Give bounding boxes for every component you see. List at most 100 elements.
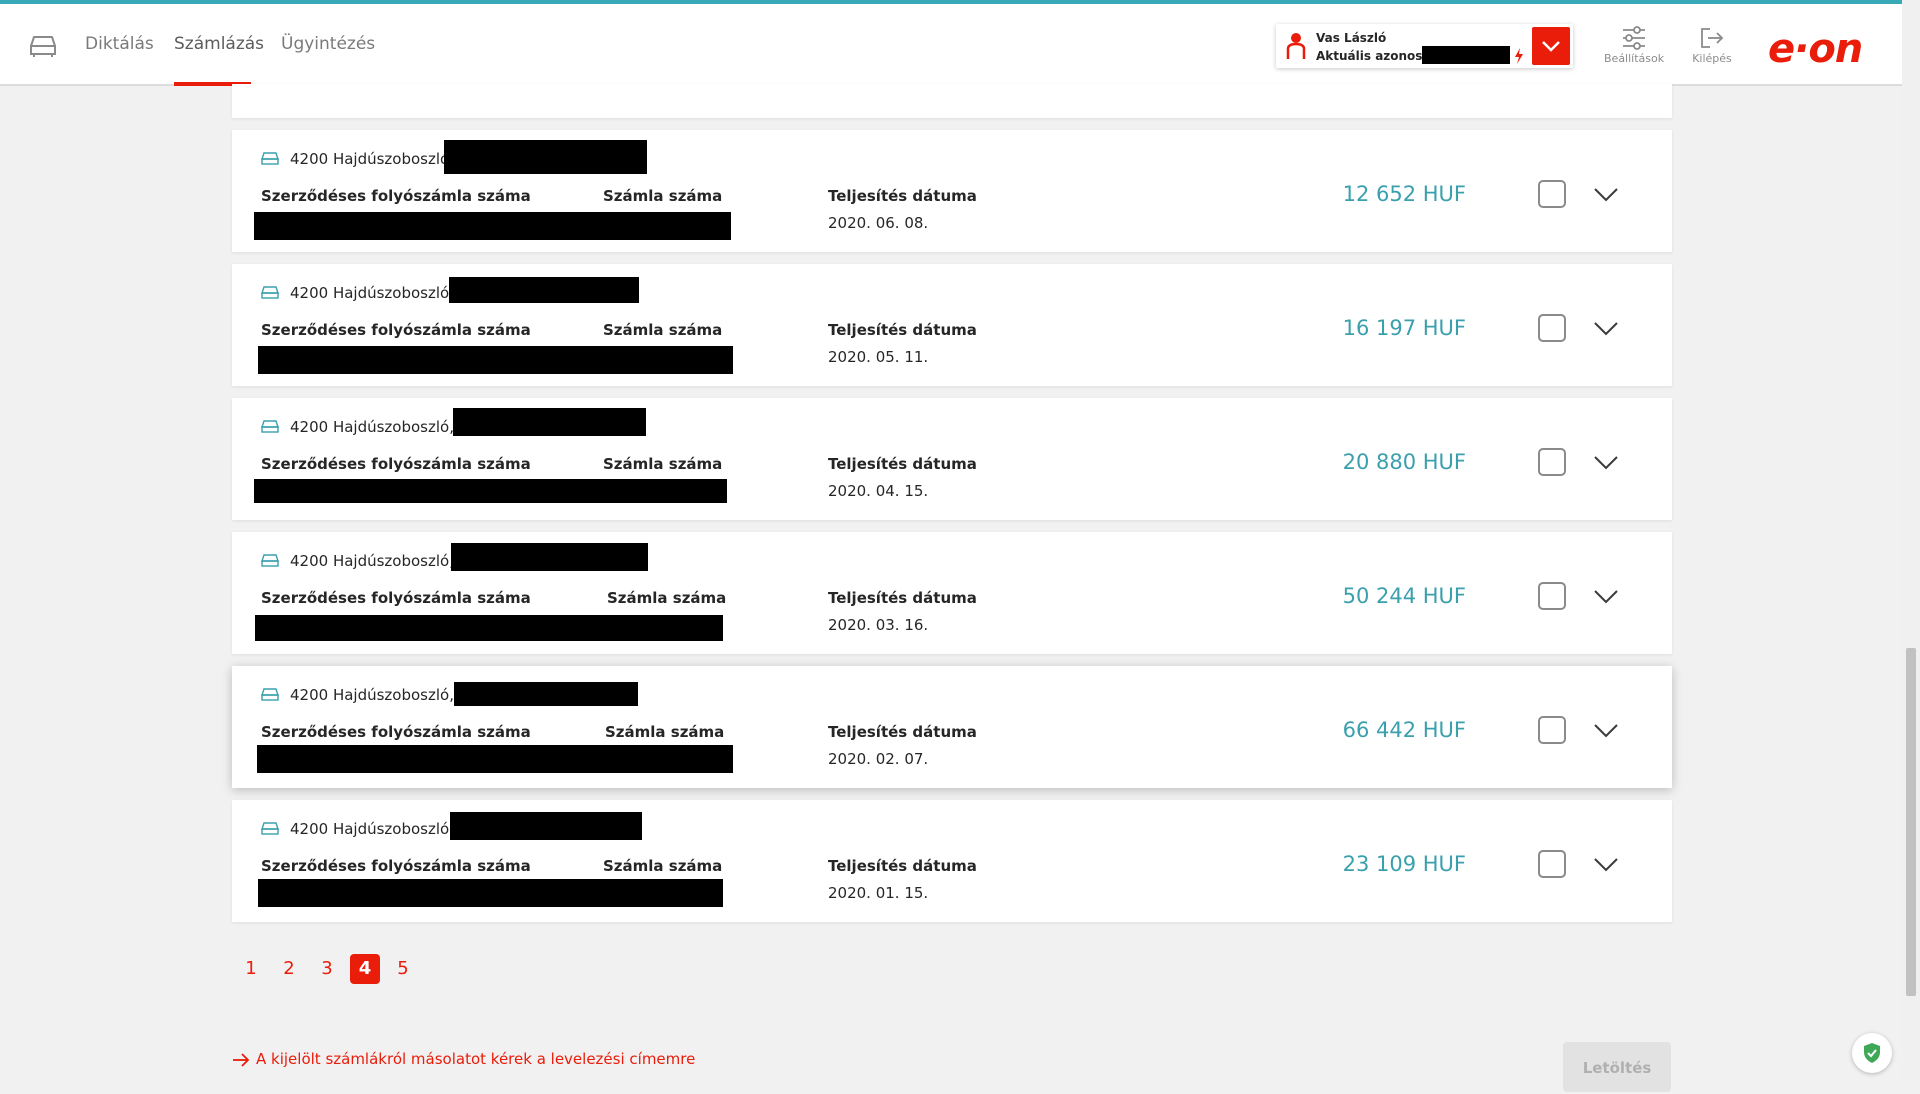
address-redacted [450,812,642,840]
invoice-select-checkbox[interactable] [1538,314,1566,342]
page-3-link[interactable]: 3 [312,954,342,984]
account-numbers-redacted [254,212,731,240]
nav-ugyintezes[interactable]: Ügyintézés [281,34,375,54]
header: Diktálás Számlázás Ügyintézés Vas László… [0,4,1902,86]
scrollbar-thumb[interactable] [1906,648,1916,996]
page-2-link[interactable]: 2 [274,954,304,984]
fulfillment-date: 2020. 01. 15. [828,884,929,902]
invoice-card: 4200 Hajdúszoboszló Szerződéses folyószá… [232,264,1672,386]
user-icon [1285,32,1307,60]
contract-account-label: Szerződéses folyószámla száma [261,321,531,339]
chevron-down-icon[interactable] [1592,186,1620,204]
invoice-address: 4200 Hajdúszoboszló, [290,418,454,436]
address-redacted [453,408,646,436]
contract-account-label: Szerződéses folyószámla száma [261,455,531,473]
invoice-address: 4200 Hajdúszoboszló [290,150,450,168]
user-name: Vas László [1316,31,1387,45]
fulfillment-date-label: Teljesítés dátuma [828,321,977,339]
chevron-down-icon[interactable] [1592,454,1620,472]
sliders-icon [1623,26,1645,50]
account-numbers-redacted [258,346,733,374]
house-icon [261,554,279,567]
contract-account-label: Szerződéses folyószámla száma [261,187,531,205]
chevron-down-icon[interactable] [1592,588,1620,606]
electricity-bolt-icon [1514,48,1524,64]
invoice-select-checkbox[interactable] [1538,850,1566,878]
logout-icon [1701,28,1724,48]
invoice-card: 4200 Hajdúszoboszló, Szerződéses folyósz… [232,398,1672,520]
chevron-down-icon [1542,41,1560,52]
address-redacted [454,682,638,706]
invoice-amount: 50 244 HUF [1342,584,1466,608]
invoice-select-checkbox[interactable] [1538,582,1566,610]
fulfillment-date-label: Teljesítés dátuma [828,857,977,875]
fulfillment-date: 2020. 03. 16. [828,616,929,634]
account-numbers-redacted [254,479,727,503]
user-id-value-redacted: redacted [1422,46,1510,64]
account-dropdown-button[interactable] [1532,27,1570,65]
house-icon [261,688,279,701]
page-1-link[interactable]: 1 [236,954,266,984]
invoice-address: 4200 Hajdúszoboszló [290,284,450,302]
contract-account-label: Szerződéses folyószámla száma [261,723,531,741]
arrow-right-icon [233,1052,250,1067]
invoice-select-checkbox[interactable] [1538,180,1566,208]
address-redacted [451,543,648,571]
address-redacted [444,140,647,174]
nav-diktalas[interactable]: Diktálás [85,34,154,54]
fulfillment-date-label: Teljesítés dátuma [828,187,977,205]
nav-szamlazas[interactable]: Számlázás [174,34,264,54]
address-redacted [449,277,639,303]
user-account-switcher[interactable]: Vas László Aktuális azonosító redacted [1276,24,1573,68]
page-5-link[interactable]: 5 [388,954,418,984]
invoice-amount: 20 880 HUF [1342,450,1466,474]
chevron-down-icon[interactable] [1592,856,1620,874]
invoice-amount: 12 652 HUF [1342,182,1466,206]
invoice-number-label: Számla száma [603,187,723,205]
fulfillment-date: 2020. 05. 11. [828,348,929,366]
invoice-number-label: Számla száma [603,857,723,875]
invoice-number-label: Számla száma [603,321,723,339]
account-numbers-redacted [257,745,733,773]
invoice-amount: 16 197 HUF [1342,316,1466,340]
page-4-current[interactable]: 4 [350,954,380,984]
logout-button[interactable]: Kilépés [1682,26,1742,76]
invoice-card: 4200 Hajdúszoboszló Szerződéses folyószá… [232,130,1672,252]
invoice-amount: 23 109 HUF [1342,852,1466,876]
invoice-card-partial [232,84,1672,118]
request-copy-label: A kijelölt számlákról másolatot kérek a … [256,1050,696,1068]
fulfillment-date-label: Teljesítés dátuma [828,455,977,473]
invoice-number-label: Számla száma [603,455,723,473]
invoice-address: 4200 Hajdúszoboszló, [290,552,454,570]
invoice-address: 4200 Hajdúszoboszló, [290,820,454,838]
chevron-down-icon[interactable] [1592,320,1620,338]
settings-button[interactable]: Beállítások [1604,26,1664,76]
invoice-card: 4200 Hajdúszoboszló, Szerződéses folyósz… [232,532,1672,654]
house-icon [261,286,279,299]
fulfillment-date-label: Teljesítés dátuma [828,589,977,607]
account-numbers-redacted [255,615,723,641]
invoice-select-checkbox[interactable] [1538,448,1566,476]
fulfillment-date: 2020. 04. 15. [828,482,929,500]
logout-label: Kilépés [1692,52,1732,65]
security-badge[interactable] [1852,1033,1892,1073]
house-icon [261,420,279,433]
invoice-card: 4200 Hajdúszoboszló, Szerződéses folyósz… [232,800,1672,922]
request-copy-link[interactable]: A kijelölt számlákról másolatot kérek a … [232,1050,695,1068]
eon-logo[interactable]: e·on [1768,26,1863,72]
contract-account-label: Szerződéses folyószámla száma [261,589,531,607]
house-icon [261,152,279,165]
fulfillment-date-label: Teljesítés dátuma [828,723,977,741]
invoice-select-checkbox[interactable] [1538,716,1566,744]
shield-check-icon [1864,1043,1880,1063]
invoice-number-label: Számla száma [607,589,727,607]
chevron-down-icon[interactable] [1592,722,1620,740]
contract-account-label: Szerződéses folyószámla száma [261,857,531,875]
download-button[interactable]: Letöltés [1563,1042,1671,1092]
settings-label: Beállítások [1604,52,1665,65]
home-icon[interactable] [28,33,58,59]
invoice-amount: 66 442 HUF [1342,718,1466,742]
house-icon [261,822,279,835]
account-numbers-redacted [258,879,723,907]
invoice-address: 4200 Hajdúszoboszló, [290,686,454,704]
